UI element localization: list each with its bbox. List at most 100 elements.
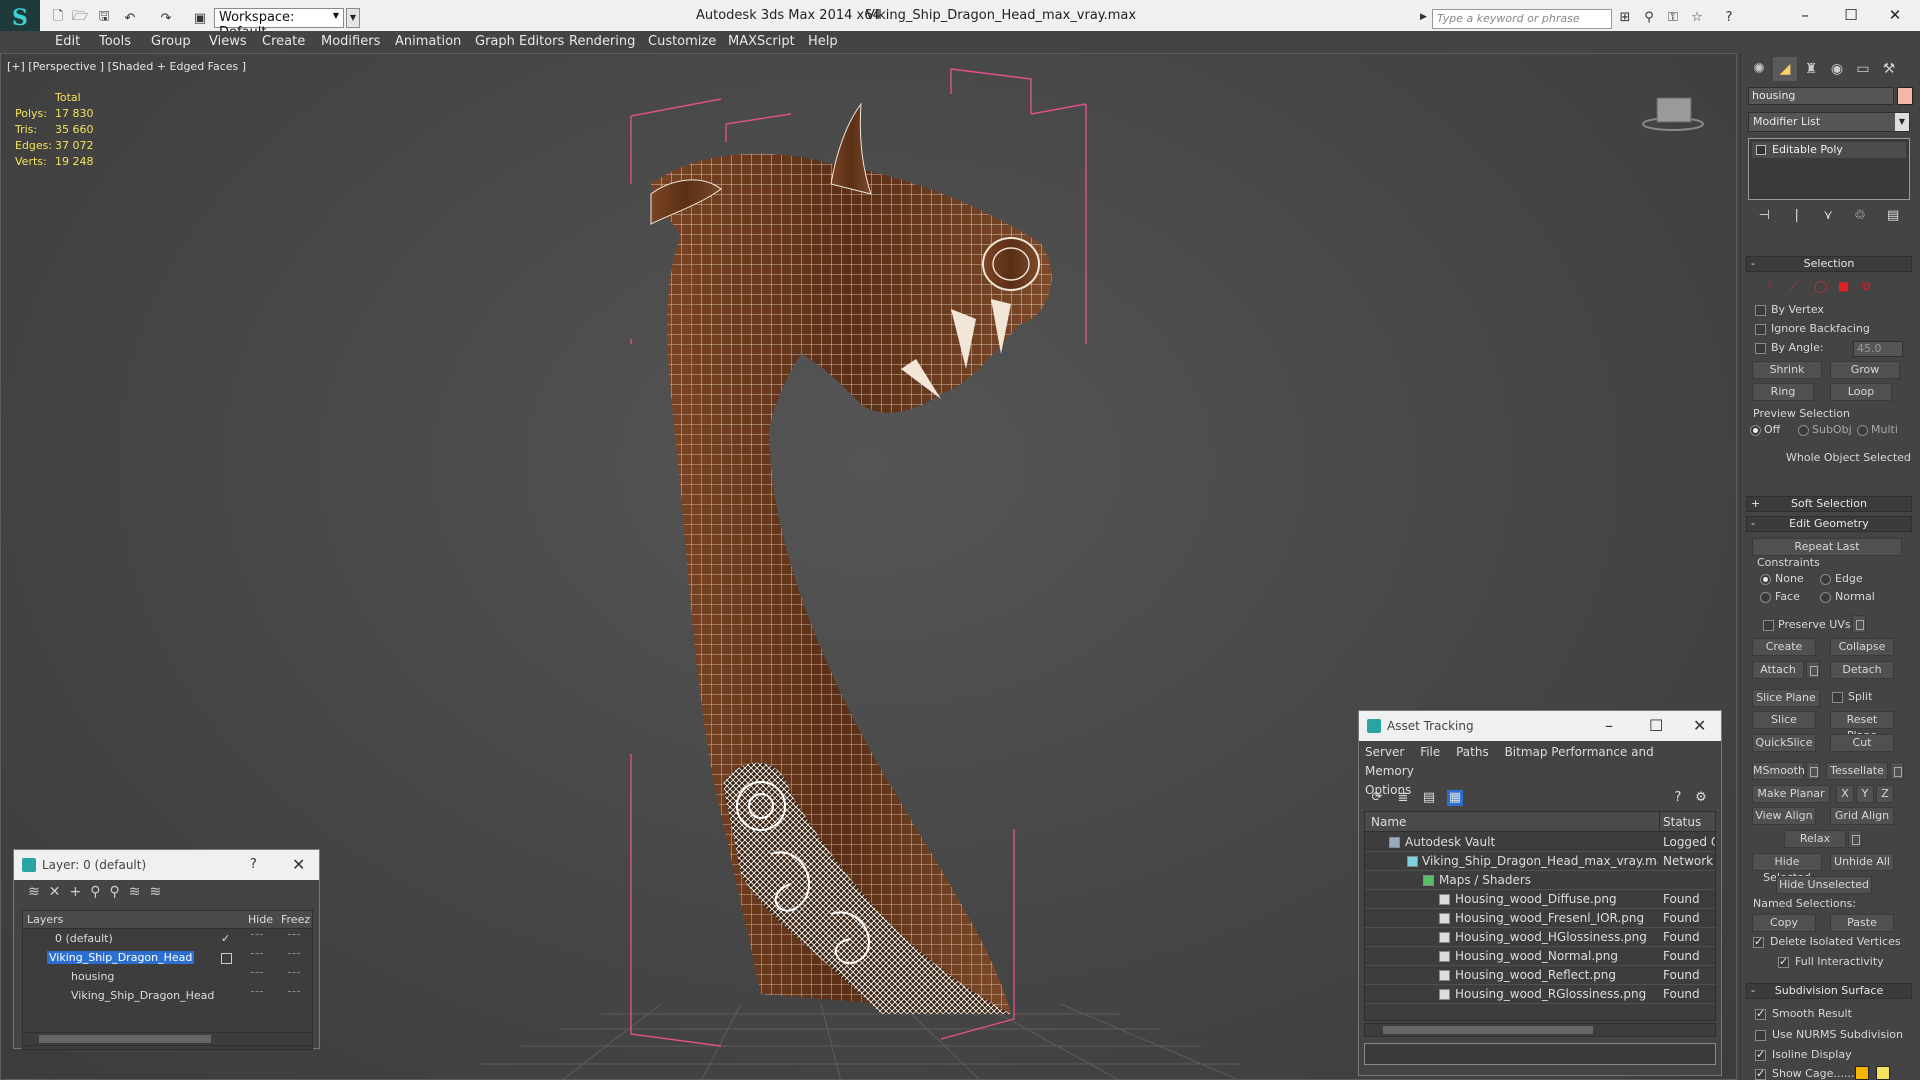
delete-isolated-checkbox[interactable] <box>1753 935 1764 948</box>
asset-row[interactable]: Housing_wood_Reflect.png Found <box>1365 966 1715 985</box>
create-tab-icon[interactable]: ✺ <box>1747 57 1771 81</box>
maximize-icon[interactable]: ☐ <box>1649 716 1663 735</box>
planar-z-button[interactable]: Z <box>1876 785 1894 803</box>
freeze-all-layers-icon[interactable]: ≋ <box>149 884 161 900</box>
object-color-swatch[interactable] <box>1897 87 1913 105</box>
loop-button[interactable]: Loop <box>1830 383 1892 401</box>
hide-toggle[interactable] <box>251 972 263 974</box>
slice-plane-button[interactable]: Slice Plane <box>1752 689 1820 707</box>
grow-button[interactable]: Grow <box>1830 361 1900 379</box>
edge-mode-icon[interactable]: ⟋ <box>1790 279 1798 294</box>
menu-rendering[interactable]: Rendering <box>569 34 635 49</box>
menu-create[interactable]: Create <box>262 34 305 49</box>
set-current-layer-icon[interactable] <box>221 953 232 964</box>
show-end-result-icon[interactable]: ❘ <box>1791 208 1802 226</box>
quick-access-customize-button[interactable]: ▼ <box>346 8 360 28</box>
layer-stack-icon[interactable]: ≋ <box>28 884 40 900</box>
help-search-input[interactable]: Type a keyword or phrase <box>1432 9 1612 29</box>
menu-maxscript[interactable]: MAXScript <box>728 34 795 49</box>
layer-row[interactable]: 0 (default) ✓ <box>23 930 312 949</box>
motion-tab-icon[interactable]: ◉ <box>1825 57 1849 81</box>
planar-x-button[interactable]: X <box>1836 785 1854 803</box>
constraint-normal-radio[interactable] <box>1820 592 1831 603</box>
modify-tab-icon[interactable]: ◢ <box>1773 57 1797 81</box>
tessellate-button[interactable]: Tessellate <box>1826 762 1888 780</box>
asset-row[interactable]: Housing_wood_HGlossiness.png Found <box>1365 928 1715 947</box>
hide-toggle[interactable] <box>251 991 263 993</box>
preserve-uvs-checkbox[interactable] <box>1763 620 1774 631</box>
element-mode-icon[interactable]: ⧉ <box>1862 279 1871 294</box>
by-angle-checkbox[interactable] <box>1755 343 1766 354</box>
polygon-mode-icon[interactable]: ■ <box>1838 279 1849 293</box>
new-file-icon[interactable]: 🗋 <box>50 9 66 26</box>
stack-toggle-icon[interactable] <box>1756 145 1766 155</box>
by-vertex-checkbox[interactable] <box>1755 305 1766 316</box>
utilities-tab-icon[interactable]: ⚒ <box>1877 57 1901 81</box>
preview-multi-radio[interactable] <box>1857 425 1868 436</box>
isoline-display-checkbox[interactable] <box>1755 1048 1766 1061</box>
show-cage-checkbox[interactable] <box>1755 1067 1766 1080</box>
project-folder-icon[interactable]: ▣ <box>192 10 208 26</box>
remove-modifier-icon[interactable]: ♲ <box>1854 208 1866 226</box>
delete-layer-icon[interactable]: ✕ <box>49 884 61 900</box>
configure-sets-icon[interactable]: ▤ <box>1887 208 1899 226</box>
hide-unselected-button[interactable]: Hide Unselected <box>1776 876 1872 894</box>
make-planar-button[interactable]: Make Planar <box>1752 785 1830 803</box>
maximize-icon[interactable]: ☐ <box>1836 6 1866 26</box>
object-name-field[interactable]: housing <box>1748 87 1894 105</box>
msmooth-button[interactable]: MSmooth <box>1752 762 1805 780</box>
scrollbar-thumb[interactable] <box>39 1035 211 1043</box>
vertex-mode-icon[interactable]: ⁖ <box>1766 279 1773 293</box>
highlight-layer-icon[interactable]: ⚲ <box>109 884 119 900</box>
minimize-icon[interactable]: – <box>1605 716 1613 735</box>
subscription-icon[interactable]: ⚿ <box>1664 10 1682 28</box>
constraint-none-radio[interactable] <box>1760 574 1771 585</box>
refresh-icon[interactable]: ⟳ <box>1369 790 1385 806</box>
save-file-icon[interactable]: 🖫 <box>96 9 112 26</box>
constraint-edge-radio[interactable] <box>1820 574 1831 585</box>
layer-row[interactable]: Viking_Ship_Dragon_Head <box>23 987 312 1006</box>
asset-row[interactable]: Housing_wood_Fresenl_IOR.png Found <box>1365 909 1715 928</box>
menu-animation[interactable]: Animation <box>395 34 461 49</box>
freeze-toggle[interactable] <box>288 934 300 936</box>
use-nurms-checkbox[interactable] <box>1755 1030 1766 1041</box>
hide-selected-button[interactable]: Hide Selected <box>1752 853 1822 884</box>
angle-spinner[interactable]: 45.0 <box>1853 341 1903 357</box>
hide-toggle[interactable] <box>251 953 263 955</box>
search-icon[interactable]: ⚲ <box>1640 10 1658 28</box>
hierarchy-tab-icon[interactable]: ♜ <box>1799 57 1823 81</box>
asset-row[interactable]: Viking_Ship_Dragon_Head_max_vray.max Net… <box>1365 852 1715 871</box>
add-to-layer-icon[interactable]: + <box>69 884 81 900</box>
list-view-icon[interactable]: ≣ <box>1395 790 1411 806</box>
column-hide[interactable]: Hide <box>248 913 273 926</box>
reset-plane-button[interactable]: Reset Plane <box>1830 711 1894 742</box>
column-layers[interactable]: Layers <box>27 913 63 926</box>
horizontal-scrollbar[interactable] <box>1364 1023 1716 1037</box>
paste-selection-button[interactable]: Paste <box>1830 914 1894 932</box>
asset-row[interactable]: Housing_wood_Diffuse.png Found <box>1365 890 1715 909</box>
tree-view-icon[interactable]: ▤ <box>1421 790 1437 806</box>
column-freeze[interactable]: Freez <box>281 913 310 926</box>
menu-help[interactable]: Help <box>808 34 838 49</box>
menu-paths[interactable]: Paths <box>1456 745 1489 759</box>
menu-server[interactable]: Server <box>1365 745 1404 759</box>
workspace-dropdown[interactable]: Workspace: Default▼ <box>214 8 344 40</box>
scrollbar-thumb[interactable] <box>1383 1026 1593 1034</box>
select-objects-icon[interactable]: ⚲ <box>90 884 100 900</box>
selection-rollout-header[interactable]: - Selection <box>1746 256 1912 272</box>
unhide-all-button[interactable]: Unhide All <box>1830 853 1894 871</box>
close-icon[interactable]: ✕ <box>292 855 305 874</box>
favorites-star-icon[interactable]: ☆ <box>1688 10 1706 28</box>
relax-button[interactable]: Relax <box>1784 830 1846 848</box>
menu-file[interactable]: File <box>1420 745 1440 759</box>
display-tab-icon[interactable]: ▭ <box>1851 57 1875 81</box>
smooth-result-checkbox[interactable] <box>1755 1007 1766 1020</box>
menu-graph-editors[interactable]: Graph Editors <box>475 34 564 49</box>
column-status[interactable]: Status <box>1663 815 1701 829</box>
repeat-last-button[interactable]: Repeat Last <box>1752 538 1902 556</box>
layer-row[interactable]: Viking_Ship_Dragon_Head <box>23 949 312 968</box>
constraint-face-radio[interactable] <box>1760 592 1771 603</box>
layer-dialog-titlebar[interactable]: Layer: 0 (default) ? ✕ <box>14 850 319 880</box>
menu-tools[interactable]: Tools <box>99 34 131 49</box>
settings-icon[interactable]: ⚙ <box>1693 790 1709 806</box>
